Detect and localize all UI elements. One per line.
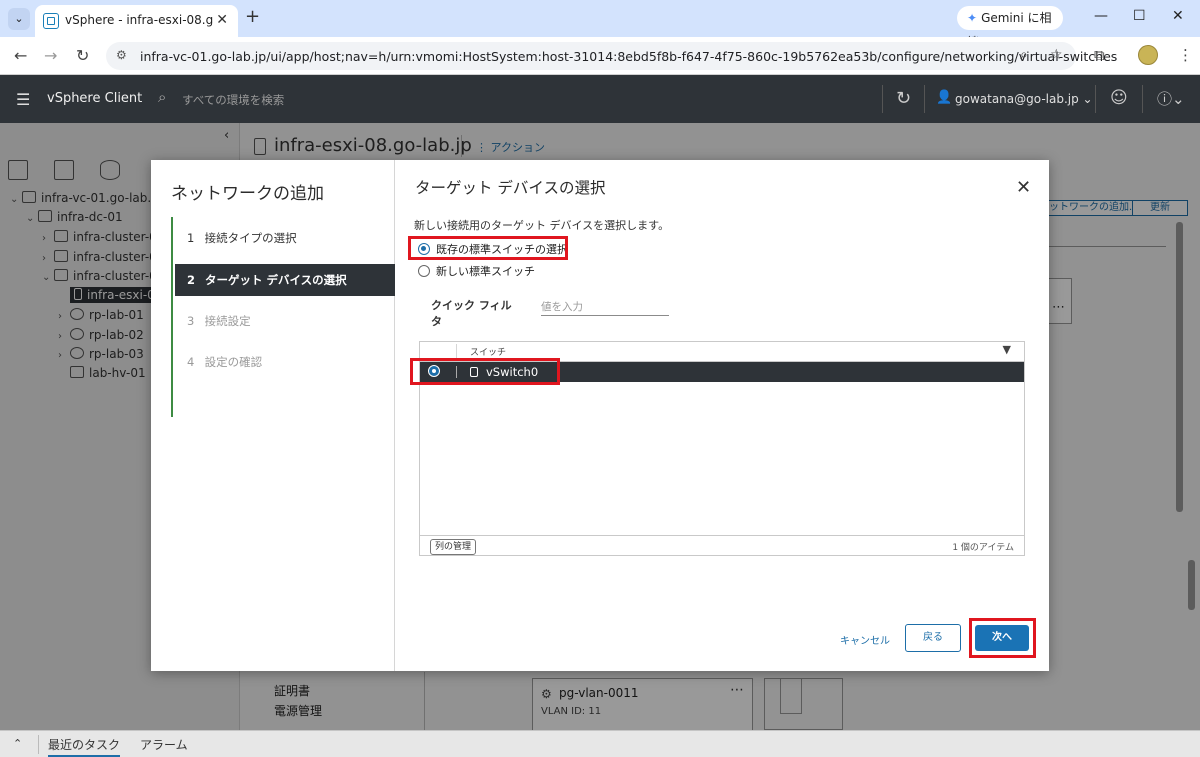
url-text: infra-vc-01.go-lab.jp/ui/app/host;nav=h/… bbox=[140, 49, 1118, 64]
hamburger-menu-icon[interactable]: ☰ bbox=[16, 90, 30, 109]
step-number: 4 bbox=[187, 355, 195, 369]
browser-menu-icon[interactable]: ⋮ bbox=[1178, 46, 1193, 64]
step-label: 接続タイプの選択 bbox=[204, 231, 297, 245]
profile-avatar[interactable] bbox=[1138, 45, 1158, 65]
zoom-icon[interactable]: ⌕ bbox=[1020, 47, 1028, 63]
bookmark-star-icon[interactable]: ☆ bbox=[1050, 47, 1063, 63]
step-number: 1 bbox=[187, 231, 195, 245]
refresh-icon[interactable]: ↻ bbox=[896, 88, 911, 109]
user-name: gowatana@go-lab.jp bbox=[955, 92, 1079, 106]
step-progress-bar bbox=[171, 217, 173, 417]
tab-search-chevron-icon[interactable]: ⌄ bbox=[8, 8, 30, 30]
browser-tab-bar: ⌄ vSphere - infra-esxi-08.go-lab.jp ✕ + … bbox=[0, 0, 1200, 49]
wizard-step-3: 3 接続設定 bbox=[175, 305, 395, 337]
address-bar: ← → ↻ ⚙ infra-vc-01.go-lab.jp/ui/app/hos… bbox=[0, 37, 1200, 75]
tab-recent-tasks[interactable]: 最近のタスク bbox=[48, 736, 121, 757]
column-divider bbox=[456, 344, 457, 359]
user-icon: 👤 bbox=[936, 90, 953, 105]
vsphere-favicon-icon bbox=[43, 13, 59, 29]
window-close-icon[interactable]: ✕ bbox=[1172, 8, 1184, 24]
help-icon[interactable]: ⓘ⌄ bbox=[1157, 88, 1185, 109]
gemini-button[interactable]: ✦Gemini に相談 bbox=[957, 6, 1063, 49]
highlight-box bbox=[410, 358, 560, 385]
manage-columns-button[interactable]: 列の管理 bbox=[430, 539, 477, 555]
highlight-box bbox=[408, 236, 568, 260]
vsphere-header: ☰ vSphere Client ⌕ すべての環境を検索 ↻ 👤 gowatan… bbox=[0, 75, 1200, 123]
recent-tasks-bar: ⌃ 最近のタスク アラーム bbox=[0, 730, 1200, 757]
radio-label: 新しい標準スイッチ bbox=[436, 265, 535, 278]
back-button[interactable]: 戻る bbox=[905, 624, 961, 652]
extensions-icon[interactable]: ⧉ bbox=[1094, 46, 1105, 64]
step-number: 3 bbox=[187, 314, 195, 328]
header-divider bbox=[882, 85, 883, 113]
add-network-dialog: ネットワークの追加 1 接続タイプの選択 2 ターゲット デバイスの選択 3 接… bbox=[151, 160, 1049, 671]
minimize-icon[interactable]: — bbox=[1094, 8, 1108, 24]
browser-tab-title: vSphere - infra-esxi-08.go-lab.jp bbox=[65, 13, 213, 27]
radio-button[interactable] bbox=[418, 265, 430, 277]
search-icon[interactable]: ⌕ bbox=[158, 88, 166, 106]
reload-icon[interactable]: ↻ bbox=[76, 46, 89, 65]
step-title: ターゲット デバイスの選択 bbox=[415, 179, 606, 197]
step-label: 設定の確認 bbox=[204, 355, 263, 369]
close-icon[interactable]: ✕ bbox=[1016, 179, 1031, 197]
wizard-step-1[interactable]: 1 接続タイプの選択 bbox=[175, 222, 395, 254]
expand-up-icon[interactable]: ⌃ bbox=[13, 737, 22, 750]
browser-tab[interactable]: vSphere - infra-esxi-08.go-lab.jp ✕ bbox=[35, 5, 238, 37]
site-info-icon[interactable]: ⚙ bbox=[116, 48, 127, 62]
radio-new-switch[interactable]: 新しい標準スイッチ bbox=[418, 263, 535, 279]
step-label: ターゲット デバイスの選択 bbox=[205, 273, 347, 287]
quick-filter-input[interactable] bbox=[541, 299, 669, 316]
wizard-step-2[interactable]: 2 ターゲット デバイスの選択 bbox=[175, 264, 395, 296]
header-divider bbox=[1095, 85, 1096, 113]
column-header-switch[interactable]: スイッチ bbox=[470, 345, 506, 358]
filter-icon[interactable]: ▼ bbox=[1003, 343, 1011, 356]
wizard-content: ターゲット デバイスの選択 ✕ 新しい接続用のターゲット デバイスを選択します。… bbox=[395, 160, 1049, 671]
quick-filter-label: クイック フィルタ bbox=[431, 299, 512, 328]
gemini-spark-icon: ✦ bbox=[967, 11, 978, 25]
wizard-step-4: 4 設定の確認 bbox=[175, 346, 395, 378]
back-arrow-icon[interactable]: ← bbox=[14, 46, 27, 65]
cancel-button[interactable]: キャンセル bbox=[840, 632, 890, 647]
user-menu[interactable]: gowatana@go-lab.jp ⌄ bbox=[955, 92, 1093, 106]
tab-close-icon[interactable]: ✕ bbox=[216, 12, 228, 28]
url-field[interactable]: ⚙ infra-vc-01.go-lab.jp/ui/app/host;nav=… bbox=[106, 42, 1117, 70]
feedback-smile-icon[interactable]: ☺ bbox=[1110, 88, 1128, 108]
header-divider bbox=[924, 85, 925, 113]
app-title: vSphere Client bbox=[47, 91, 143, 106]
header-divider bbox=[1142, 85, 1143, 113]
step-label: 接続設定 bbox=[204, 314, 251, 328]
wizard-steps-pane: ネットワークの追加 1 接続タイプの選択 2 ターゲット デバイスの選択 3 接… bbox=[151, 160, 395, 671]
wizard-title: ネットワークの追加 bbox=[171, 184, 324, 204]
global-search-input[interactable]: すべての環境を検索 bbox=[182, 92, 284, 108]
step-number: 2 bbox=[187, 273, 196, 287]
step-description: 新しい接続用のターゲット デバイスを選択します。 bbox=[414, 219, 670, 232]
divider bbox=[38, 735, 39, 754]
grid-footer: 列の管理 1 個のアイテム bbox=[420, 535, 1024, 556]
item-count: 1 個のアイテム bbox=[952, 543, 1014, 553]
highlight-box bbox=[969, 618, 1036, 658]
forward-arrow-icon[interactable]: → bbox=[44, 46, 57, 65]
tab-alarms[interactable]: アラーム bbox=[140, 736, 188, 753]
new-tab-icon[interactable]: + bbox=[245, 6, 260, 27]
maximize-icon[interactable]: ☐ bbox=[1133, 8, 1146, 24]
